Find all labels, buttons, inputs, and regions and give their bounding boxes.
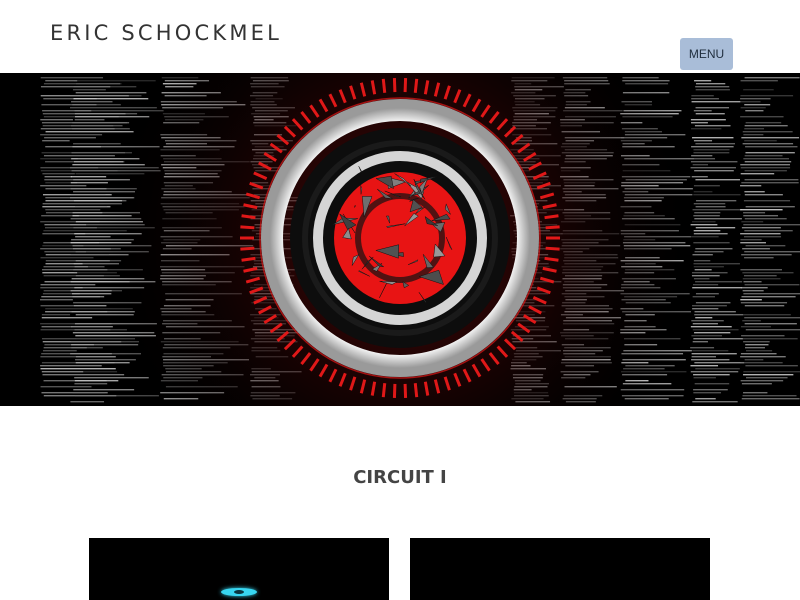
- site-title[interactable]: ERIC SCHOCKMEL: [50, 20, 282, 46]
- gallery-thumbnail-2[interactable]: [410, 538, 710, 600]
- site-header: ERIC SCHOCKMEL MENU: [0, 0, 800, 73]
- menu-button[interactable]: MENU: [680, 38, 733, 70]
- hero-artwork: [0, 73, 800, 406]
- gallery-thumbnail-1[interactable]: [89, 538, 389, 600]
- section-title: CIRCUIT I: [353, 467, 447, 488]
- disc-graphic: [221, 588, 257, 596]
- hero-banner: [0, 73, 800, 406]
